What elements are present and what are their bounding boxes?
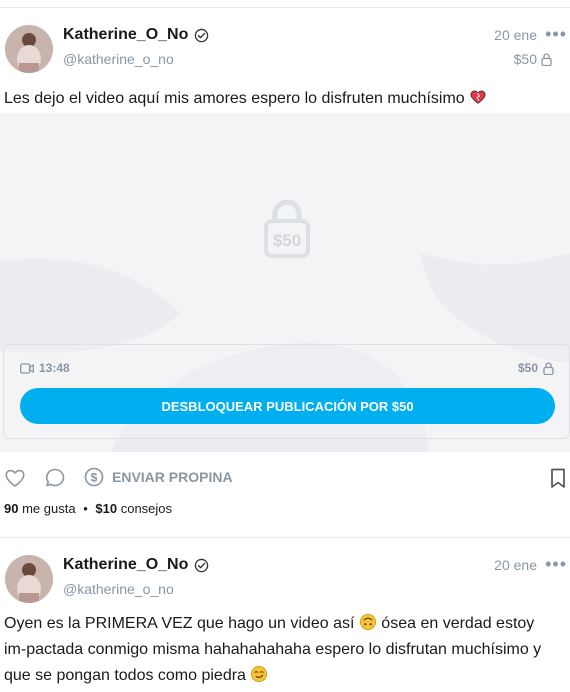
post: Katherine_O_No @katherine_o_no 20 ene ••… — [0, 537, 570, 692]
heart-emoji-icon — [470, 90, 486, 104]
post-price-text: $50 — [513, 51, 537, 67]
unlock-post-button[interactable]: DESBLOQUEAR PUBLICACIÓN POR $50 — [20, 388, 555, 424]
verified-icon — [195, 28, 209, 42]
smirk-face-emoji-icon — [251, 665, 268, 683]
post-stats: 90 me gusta • $10 consejos — [4, 501, 173, 516]
panel-price: $50 — [518, 361, 554, 375]
tips-label: consejos — [120, 501, 173, 516]
svg-text:$: $ — [91, 471, 98, 485]
likes-count: 90 — [4, 501, 19, 516]
more-options-icon[interactable]: ••• — [545, 25, 567, 43]
video-duration-text: 13:48 — [39, 361, 70, 375]
post-text: Oyen es la PRIMERA VEZ que hago un video… — [4, 611, 554, 689]
post-price: $50 — [514, 51, 552, 67]
video-icon — [20, 362, 34, 374]
avatar[interactable] — [5, 25, 53, 73]
post-text-content: Les dejo el video aquí mis amores espero… — [4, 90, 465, 107]
avatar[interactable] — [5, 555, 53, 603]
bookmark-icon[interactable] — [546, 466, 570, 490]
like-heart-icon[interactable] — [3, 466, 27, 490]
locked-panel: 13:48 $50 DESBLOQUEAR PUBLICACIÓN POR $5… — [3, 344, 570, 439]
author-handle[interactable]: @katherine_o_no — [63, 51, 174, 67]
verified-icon — [195, 558, 209, 572]
post-text-part-1: Oyen es la PRIMERA VEZ que hago un video… — [4, 615, 359, 632]
lock-icon — [541, 52, 552, 66]
post-text: Les dejo el video aquí mis amores espero… — [4, 86, 564, 112]
lock-price-label: $50 — [273, 231, 301, 250]
upside-down-face-emoji-icon — [359, 613, 376, 631]
locked-media: $50 13:48 $50 DESBLOQUEAR PUBLICACIÓN PO… — [0, 113, 570, 452]
post-date[interactable]: 20 ene — [494, 557, 537, 573]
comment-icon[interactable] — [43, 466, 67, 490]
author-name[interactable]: Katherine_O_No — [63, 556, 188, 574]
video-duration: 13:48 — [20, 361, 70, 375]
author-name[interactable]: Katherine_O_No — [63, 26, 188, 44]
post-date[interactable]: 20 ene — [494, 27, 537, 43]
likes-label: me gusta — [22, 501, 76, 516]
send-tip-button[interactable]: $ ENVIAR PROPINA — [84, 467, 233, 487]
lock-price-icon: $50 — [264, 199, 310, 258]
post: Katherine_O_No @katherine_o_no 20 ene ••… — [0, 8, 570, 536]
send-tip-label: ENVIAR PROPINA — [112, 469, 233, 485]
more-options-icon[interactable]: ••• — [545, 555, 567, 573]
post-actions: $ ENVIAR PROPINA — [0, 466, 570, 490]
author-handle[interactable]: @katherine_o_no — [63, 581, 174, 597]
panel-price-text: $50 — [517, 361, 538, 375]
dollar-coin-icon: $ — [84, 467, 104, 487]
lock-icon — [543, 361, 554, 375]
tips-amount: $10 — [95, 501, 118, 516]
